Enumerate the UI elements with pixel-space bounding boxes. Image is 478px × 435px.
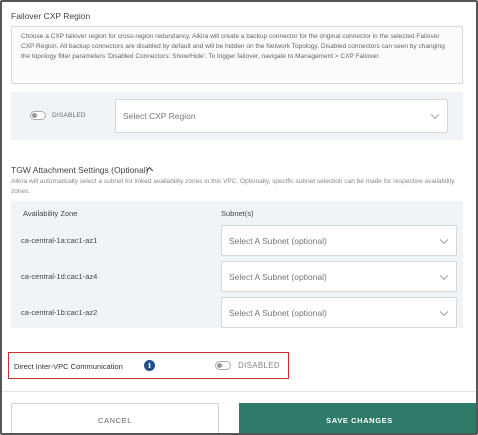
toggle-knob [217, 363, 222, 368]
footer-divider [2, 391, 476, 392]
tgw-section-title: TGW Attachment Settings (Optional) [11, 165, 149, 175]
subnet-select[interactable]: Select A Subnet (optional) [221, 297, 457, 328]
subnet-placeholder: Select A Subnet (optional) [229, 235, 327, 246]
direct-inter-vpc-row: Direct Inter-VPC Communication i DISABLE… [8, 352, 289, 379]
cxp-region-placeholder: Select CXP Region [123, 111, 196, 121]
column-header-availability-zone: Availability Zone [23, 209, 78, 218]
subnet-select[interactable]: Select A Subnet (optional) [221, 225, 457, 256]
subnet-placeholder: Select A Subnet (optional) [229, 271, 327, 282]
save-changes-button[interactable]: SAVE CHANGES [239, 403, 476, 433]
cxp-region-select[interactable]: Select CXP Region [115, 99, 448, 133]
settings-panel: Failover CXP Region Choose a CXP failove… [0, 0, 478, 435]
failover-section-title: Failover CXP Region [11, 11, 91, 21]
subnet-placeholder: Select A Subnet (optional) [229, 307, 327, 318]
subnet-select[interactable]: Select A Subnet (optional) [221, 261, 457, 292]
direct-inter-vpc-toggle-label: DISABLED [238, 361, 280, 370]
failover-toggle[interactable] [30, 111, 46, 120]
direct-inter-vpc-label: Direct Inter-VPC Communication [14, 362, 123, 371]
chevron-down-icon [430, 110, 440, 120]
column-header-subnets: Subnet(s) [221, 209, 254, 218]
tgw-description: Alkira will automatically select a subne… [11, 178, 455, 195]
zone-name: ca-central-1a:cac1-az1 [21, 236, 98, 245]
zone-name: ca-central-1b:cac1-az2 [21, 308, 98, 317]
direct-inter-vpc-toggle[interactable] [215, 361, 231, 370]
chevron-down-icon [439, 271, 449, 280]
failover-region-row: DISABLED Select CXP Region [11, 92, 463, 140]
info-icon[interactable]: i [144, 360, 155, 371]
toggle-knob [32, 113, 37, 118]
failover-toggle-label: DISABLED [52, 112, 86, 119]
cancel-button[interactable]: CANCEL [11, 403, 219, 433]
chevron-down-icon [439, 307, 449, 316]
zone-name: ca-central-1d:cac1-az4 [21, 272, 98, 281]
failover-description: Choose a CXP failover region for cross-r… [11, 26, 463, 84]
availability-zone-table: Availability Zone Subnet(s) ca-central-1… [11, 201, 463, 328]
chevron-down-icon [439, 235, 449, 244]
